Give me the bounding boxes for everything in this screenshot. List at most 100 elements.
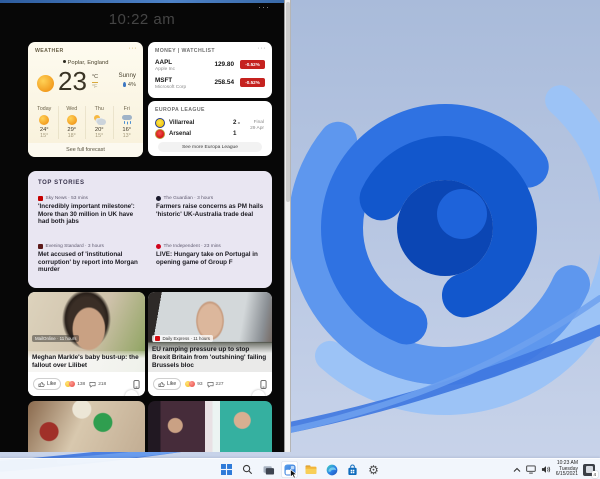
weather-condition: Sunny [118,72,136,79]
match-status: Final 29 Apr [250,120,264,132]
sunny-icon [67,115,77,125]
forecast-day[interactable]: Wed 29° 18° [59,106,87,139]
reaction-count[interactable]: 138 [65,381,85,387]
weather-temperature: 23 [58,66,87,97]
forecast-day[interactable]: Thu 20° 15° [86,106,114,139]
top-stories-widget: TOP STORIES Sky News · 53 mins 'Incredib… [28,171,272,288]
comment-icon [207,381,214,388]
edge-icon [326,464,338,476]
weather-menu-button[interactable]: ··· [129,45,138,52]
comment-icon [89,381,96,388]
weather-unit-toggle[interactable]: °C °F [92,74,98,91]
send-to-phone-button[interactable] [133,380,140,389]
desktop: 10:22 am ··· WEATHER ··· Poplar, England… [0,0,600,479]
card-more-button[interactable]: ··· [252,390,265,396]
location-pin-icon [63,60,66,63]
news-source: Daily Express · 11 hours [152,335,213,342]
stock-price: 258.54 [214,79,234,86]
independent-logo-icon [156,244,161,249]
unit-fahrenheit[interactable]: °F [92,84,98,91]
winner-marker: ◂ [237,120,239,125]
tray-clock[interactable]: 10:23 AM Tuesday 6/15/2021 [556,461,578,478]
microsoft-store-button[interactable] [344,461,361,478]
weather-label: WEATHER [35,48,64,54]
tray-date: 6/15/2021 [556,472,578,478]
villarreal-crest-icon [155,118,165,128]
thumbs-up-icon [158,381,165,388]
news-headline: EU ramping pressure up to stop Brexit Br… [148,343,272,372]
guardian-logo-icon [156,196,161,201]
file-explorer-button[interactable] [302,461,319,478]
news-card[interactable]: Daily Express · 11 hours EU ramping pres… [148,292,272,396]
europa-league-widget[interactable]: EUROPA LEAGUE Villarreal 2◂ Arsenal 1 Fi… [148,101,272,156]
folder-icon [305,464,317,475]
top-stories-label: TOP STORIES [38,180,85,186]
stock-change-badge: -0.52% [240,60,265,69]
windows-logo-icon [221,464,232,475]
mouse-cursor [290,469,298,479]
gear-icon: ⚙ [368,464,379,476]
story-item[interactable]: Sky News · 53 mins 'Incredibly important… [38,196,146,226]
comment-count[interactable]: 218 [89,381,106,388]
arsenal-crest-icon [155,129,165,139]
send-to-phone-button[interactable] [260,380,267,389]
search-icon [242,464,253,475]
see-full-forecast-button[interactable]: See full forecast [28,143,143,157]
widgets-panel: 10:22 am ··· WEATHER ··· Poplar, England… [0,0,284,452]
panel-top-edge [0,0,284,3]
start-button[interactable] [218,461,235,478]
news-card[interactable]: MailOnline · 11 hours Meghan Markle's ba… [28,292,145,396]
panel-menu-button[interactable]: ··· [258,2,270,12]
forecast-day[interactable]: Today 24° 15° [31,106,59,139]
heart-emoji-icon [189,381,195,387]
stock-row[interactable]: MSFT Microsoft Corp 258.54 -0.52% [155,77,265,92]
task-view-icon [263,464,275,475]
partly-cloudy-icon [93,115,106,125]
news-source: MailOnline · 11 hours [32,335,79,342]
droplet-icon [123,82,126,87]
card-more-button[interactable]: ··· [125,390,138,396]
edge-button[interactable] [323,461,340,478]
reaction-count[interactable]: 93 [185,381,202,387]
stock-price: 129.80 [214,61,234,68]
story-item[interactable]: The Independent · 23 mins LIVE: Hungary … [156,244,264,266]
forecast-day[interactable]: Fri 16° 13° [114,106,141,139]
panel-clock: 10:22 am [0,11,284,28]
comment-count[interactable]: 227 [207,381,224,388]
task-view-button[interactable] [260,461,277,478]
heart-emoji-icon [69,381,75,387]
volume-icon[interactable] [541,465,551,474]
like-button[interactable]: Like [153,378,181,390]
weather-precipitation: 4% [123,82,136,88]
sunny-icon [39,115,49,125]
money-label: MONEY | WATCHLIST [155,48,215,54]
story-item[interactable]: The Guardian · 3 hours Farmers raise con… [156,196,264,218]
settings-button[interactable]: ⚙ [365,461,382,478]
phone-icon [260,380,267,389]
weather-forecast: Today 24° 15° Wed 29° 18° Thu 20° 15° [31,106,140,139]
unit-celsius[interactable]: °C [92,74,98,83]
story-item[interactable]: Evening Standard · 3 hours Met accused o… [38,244,146,274]
hidden-icons-chevron-icon[interactable] [513,467,521,473]
taskbar: ⚙ 10:23 AM Tuesday 6/15/2021 4 [0,458,600,479]
widgets-button[interactable] [281,461,298,478]
news-image-card[interactable] [28,401,145,452]
sky-news-logo-icon [38,196,43,201]
money-menu-button[interactable]: ··· [258,45,267,52]
store-bag-icon [347,464,358,476]
notification-app-icon[interactable]: 4 [583,464,595,476]
news-headline: Meghan Markle's baby bust-up: the fallou… [28,351,145,372]
panel-scrollbar[interactable] [284,0,291,452]
news-image-card[interactable] [148,401,272,452]
search-button[interactable] [239,461,256,478]
money-widget[interactable]: MONEY | WATCHLIST ··· AAPL Apple Inc 129… [148,42,272,98]
see-more-europa-button[interactable]: See more Europa League [158,142,262,152]
match-team-row: Villarreal 2◂ [155,117,245,128]
news-image: MailOnline · 11 hours Meghan Markle's ba… [28,292,145,372]
scrollbar-thumb[interactable] [286,2,290,202]
like-button[interactable]: Like [33,378,61,390]
weather-widget[interactable]: WEATHER ··· Poplar, England 23 °C °F Sun… [28,42,143,157]
notification-badge: 4 [592,471,599,478]
network-icon[interactable] [526,465,536,474]
stock-row[interactable]: AAPL Apple Inc 129.80 -0.52% [155,59,265,74]
